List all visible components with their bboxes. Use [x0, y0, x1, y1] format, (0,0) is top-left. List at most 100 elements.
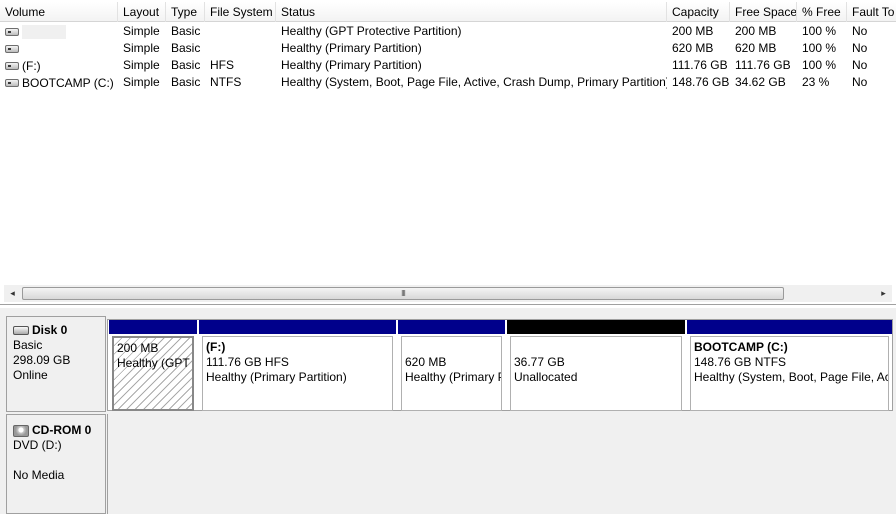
disk-0-label[interactable]: Disk 0 Basic 298.09 GB Online — [6, 316, 106, 412]
layout-cell: Simple — [123, 58, 160, 72]
status-cell: Healthy (Primary Partition) — [281, 58, 422, 72]
partition-status: Healthy (Primary Partition) — [405, 370, 501, 384]
partition-gpt-protective[interactable]: 200 MB Healthy (GPT Protective Partition… — [109, 320, 197, 414]
partition-body: 36.77 GB Unallocated — [510, 336, 682, 411]
free-space-cell: 111.76 GB — [735, 58, 791, 72]
cdrom-0-title: CD-ROM 0 — [32, 423, 92, 437]
partition-body: BOOTCAMP (C:) 148.76 GB NTFS Healthy (Sy… — [690, 336, 889, 411]
partition-body: 620 MB Healthy (Primary Partition) — [401, 336, 502, 411]
drive-icon — [5, 44, 19, 53]
percent-free-cell: 100 % — [802, 41, 837, 55]
cdrom-0-area — [107, 414, 896, 514]
type-cell: Basic — [171, 41, 201, 55]
fault-tolerance-cell: No — [852, 41, 868, 55]
volume-cell: (F:) — [0, 57, 118, 74]
cdrom-0-status: No Media — [13, 468, 65, 482]
type-cell: Basic — [171, 75, 201, 89]
free-space-cell: 34.62 GB — [735, 75, 786, 89]
column-header-free-space[interactable]: Free Space — [730, 2, 797, 22]
partition-size: 620 MB — [405, 355, 447, 369]
scroll-right-icon[interactable]: ▸ — [875, 285, 892, 302]
volume-name: BOOTCAMP (C:) — [22, 75, 114, 90]
disk-map-pane: Disk 0 Basic 298.09 GB Online 200 MB Hea… — [0, 308, 896, 514]
capacity-cell: 200 MB — [672, 24, 714, 38]
status-cell: Healthy (System, Boot, Page File, Active… — [281, 75, 667, 89]
layout-cell: Simple — [123, 24, 160, 38]
layout-cell: Simple — [123, 41, 160, 55]
partition-name: (F:) — [206, 340, 226, 354]
column-header-type[interactable]: Type — [166, 2, 205, 22]
column-header-percent-free[interactable]: % Free — [797, 2, 847, 22]
partition-body: 200 MB Healthy (GPT Protective Partition… — [112, 336, 194, 411]
partition-bootcamp[interactable]: BOOTCAMP (C:) 148.76 GB NTFS Healthy (Sy… — [687, 320, 892, 414]
volume-list-pane: Volume Layout Type File System Status Ca… — [0, 0, 896, 305]
volume-cell: BOOTCAMP (C:) — [0, 74, 118, 91]
table-row[interactable]: Simple Basic Healthy (Primary Partition)… — [0, 40, 896, 57]
partition-bar — [109, 320, 197, 334]
drive-icon — [5, 78, 19, 87]
layout-cell: Simple — [123, 75, 160, 89]
table-row[interactable]: Simple Basic Healthy (GPT Protective Par… — [0, 23, 896, 40]
capacity-cell: 111.76 GB — [672, 58, 728, 72]
fault-tolerance-cell: No — [852, 58, 868, 72]
scrollbar-thumb[interactable]: III — [22, 287, 784, 300]
volume-rows: Simple Basic Healthy (GPT Protective Par… — [0, 23, 896, 91]
disk-0-partitions: 200 MB Healthy (GPT Protective Partition… — [107, 319, 893, 411]
partition-bar — [398, 320, 505, 334]
volume-list-header: Volume Layout Type File System Status Ca… — [0, 2, 896, 22]
file-system-cell: NTFS — [210, 75, 242, 89]
cdrom-0-drive: DVD (D:) — [13, 438, 62, 452]
table-row[interactable]: BOOTCAMP (C:) Simple Basic NTFS Healthy … — [0, 74, 896, 91]
disk-0-status: Online — [13, 368, 48, 382]
file-system-cell — [205, 40, 276, 57]
file-system-cell — [205, 23, 276, 40]
partition-bar — [199, 320, 396, 334]
column-header-status[interactable]: Status — [276, 2, 667, 22]
column-header-capacity[interactable]: Capacity — [667, 2, 730, 22]
hard-disk-icon — [13, 326, 29, 335]
fault-tolerance-cell: No — [852, 75, 868, 89]
capacity-cell: 620 MB — [672, 41, 714, 55]
free-space-cell: 620 MB — [735, 41, 777, 55]
column-header-volume[interactable]: Volume — [0, 2, 118, 22]
percent-free-cell: 100 % — [802, 58, 837, 72]
partition-body: (F:) 111.76 GB HFS Healthy (Primary Part… — [202, 336, 393, 411]
column-header-fault-tolerance[interactable]: Fault To — [847, 2, 896, 22]
free-space-cell: 200 MB — [735, 24, 777, 38]
drive-icon — [5, 27, 19, 36]
partition-name: BOOTCAMP (C:) — [694, 340, 788, 354]
column-header-layout[interactable]: Layout — [118, 2, 166, 22]
partition-620mb[interactable]: 620 MB Healthy (Primary Partition) — [398, 320, 505, 414]
status-cell: Healthy (GPT Protective Partition) — [281, 24, 462, 38]
scroll-left-icon[interactable]: ◂ — [4, 285, 21, 302]
partition-status: Healthy (Primary Partition) — [206, 370, 347, 384]
volume-name — [22, 24, 66, 39]
cdrom-0-label[interactable]: CD-ROM 0 DVD (D:) No Media — [6, 414, 106, 514]
partition-bar — [507, 320, 685, 334]
partition-unallocated[interactable]: 36.77 GB Unallocated — [507, 320, 685, 414]
capacity-cell: 148.76 GB — [672, 75, 730, 89]
partition-f[interactable]: (F:) 111.76 GB HFS Healthy (Primary Part… — [199, 320, 396, 414]
horizontal-scrollbar[interactable]: ◂ III ▸ — [4, 285, 892, 302]
volume-cell — [0, 23, 118, 40]
partition-status: Healthy (System, Boot, Page File, Active… — [694, 370, 888, 384]
column-header-file-system[interactable]: File System — [205, 2, 276, 22]
status-cell: Healthy (Primary Partition) — [281, 41, 422, 55]
partition-bar — [687, 320, 892, 334]
file-system-cell: HFS — [210, 58, 234, 72]
cd-drive-icon — [13, 424, 29, 437]
partition-size: 148.76 GB NTFS — [694, 355, 787, 369]
percent-free-cell: 100 % — [802, 24, 837, 38]
drive-icon — [5, 61, 19, 70]
fault-tolerance-cell: No — [852, 24, 868, 38]
partition-status: Unallocated — [514, 370, 578, 384]
disk-0-size: 298.09 GB — [13, 353, 71, 367]
disk-0-type: Basic — [13, 338, 43, 352]
disk-0-title: Disk 0 — [32, 323, 68, 337]
table-row[interactable]: (F:) Simple Basic HFS Healthy (Primary P… — [0, 57, 896, 74]
type-cell: Basic — [171, 24, 201, 38]
partition-status: Healthy (GPT Protective Partition) — [117, 356, 192, 370]
partition-size: 200 MB — [117, 341, 159, 355]
type-cell: Basic — [171, 58, 201, 72]
partition-size: 111.76 GB HFS — [206, 355, 289, 369]
